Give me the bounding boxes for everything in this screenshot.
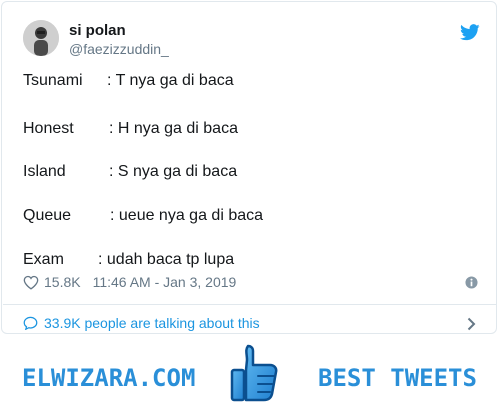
- talking-count: 33.9K people are talking about this: [44, 315, 260, 331]
- divider: [3, 304, 497, 305]
- line-value: : udah baca tp lupa: [98, 251, 235, 268]
- tweet-card: si polan @faezizzuddin_ Tsunami : T nya …: [1, 1, 497, 334]
- like-count[interactable]: 15.8K: [44, 274, 81, 290]
- chevron-right-icon[interactable]: [467, 317, 476, 331]
- branding-footer: ELWIZARA.COM BEST TWEETS: [0, 340, 500, 413]
- line-value: : ueue nya ga di baca: [110, 207, 264, 224]
- timestamp[interactable]: 11:46 AM - Jan 3, 2019: [93, 274, 237, 290]
- brand-logo-text[interactable]: ELWIZARA.COM: [22, 364, 195, 392]
- tweet-meta: 15.8K 11:46 AM - Jan 3, 2019: [23, 274, 236, 290]
- line-label: Exam: [23, 251, 64, 268]
- speech-bubble-icon: [23, 316, 38, 330]
- conversation-link[interactable]: 33.9K people are talking about this: [23, 315, 260, 331]
- info-icon[interactable]: [465, 276, 478, 289]
- author-handle[interactable]: @faezizzuddin_: [69, 41, 169, 57]
- line-label: Queue: [23, 207, 72, 224]
- line-label: Honest: [23, 120, 74, 137]
- author-name[interactable]: si polan: [69, 22, 126, 39]
- best-tweets-label: BEST TWEETS: [318, 364, 477, 392]
- avatar[interactable]: [23, 20, 59, 56]
- line-label: Tsunami: [23, 72, 83, 89]
- twitter-bird-icon[interactable]: [460, 24, 480, 41]
- heart-icon[interactable]: [23, 275, 39, 290]
- line-value: : S nya ga di baca: [109, 163, 238, 180]
- thumbs-up-icon: [230, 344, 278, 402]
- line-label: Island: [23, 163, 66, 180]
- line-value: : H nya ga di baca: [109, 120, 238, 137]
- line-value: : T nya ga di baca: [107, 72, 234, 89]
